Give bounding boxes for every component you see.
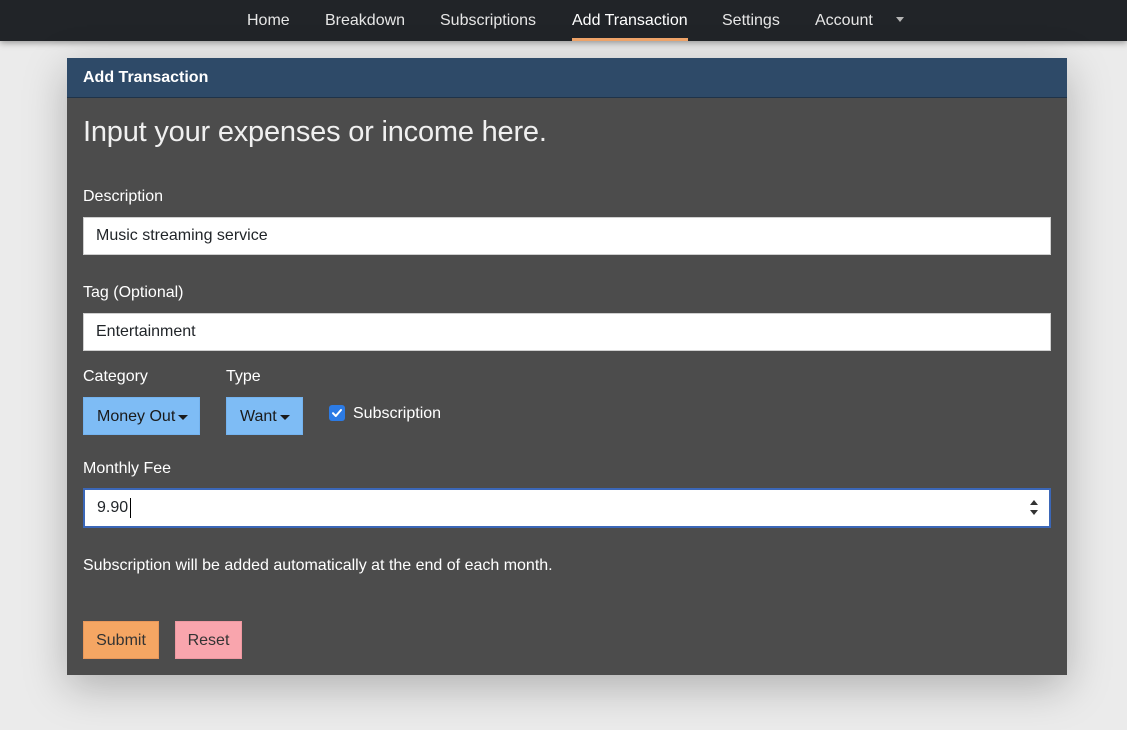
spin-up-icon[interactable] bbox=[1030, 500, 1038, 505]
chevron-down-icon bbox=[178, 415, 188, 420]
card-header: Add Transaction bbox=[67, 58, 1067, 98]
type-selected: Want bbox=[240, 408, 277, 425]
checkmark-icon bbox=[332, 409, 342, 417]
tag-label: Tag (Optional) bbox=[83, 284, 184, 301]
spin-down-icon[interactable] bbox=[1030, 510, 1038, 515]
reset-button[interactable]: Reset bbox=[175, 621, 242, 659]
subscription-label[interactable]: Subscription bbox=[353, 405, 441, 423]
nav-add-transaction[interactable]: Add Transaction bbox=[572, 0, 688, 41]
category-dropdown[interactable]: Money Out bbox=[83, 397, 200, 435]
nav-breakdown[interactable]: Breakdown bbox=[325, 0, 405, 41]
monthly-fee-input[interactable]: 9.90 bbox=[83, 488, 1051, 528]
category-selected: Money Out bbox=[97, 408, 176, 425]
tag-input[interactable]: Entertainment bbox=[83, 313, 1051, 351]
type-label: Type bbox=[226, 368, 261, 385]
add-transaction-card: Add Transaction Input your expenses or i… bbox=[67, 58, 1067, 675]
description-input[interactable]: Music streaming service bbox=[83, 217, 1051, 255]
top-navbar: Home Breakdown Subscriptions Add Transac… bbox=[0, 0, 1127, 41]
text-cursor bbox=[130, 498, 131, 518]
nav-subscriptions[interactable]: Subscriptions bbox=[440, 0, 536, 41]
description-value: Music streaming service bbox=[96, 227, 268, 244]
chevron-down-icon bbox=[280, 415, 290, 420]
submit-button[interactable]: Submit bbox=[83, 621, 159, 659]
number-spinner[interactable] bbox=[1029, 498, 1039, 518]
nav-home[interactable]: Home bbox=[247, 0, 290, 41]
tag-value: Entertainment bbox=[96, 323, 196, 340]
nav-account[interactable]: Account bbox=[815, 0, 873, 41]
category-label: Category bbox=[83, 368, 148, 385]
nav-settings[interactable]: Settings bbox=[722, 0, 780, 41]
subscription-checkbox[interactable] bbox=[329, 405, 345, 421]
type-dropdown[interactable]: Want bbox=[226, 397, 303, 435]
description-label: Description bbox=[83, 188, 164, 205]
monthly-fee-value: 9.90 bbox=[97, 499, 129, 516]
account-dropdown-caret-icon[interactable] bbox=[896, 17, 904, 22]
card-lead-text: Input your expenses or income here. bbox=[83, 116, 547, 148]
subscription-help-text: Subscription will be added automatically… bbox=[83, 557, 553, 574]
monthly-fee-label: Monthly Fee bbox=[83, 460, 172, 477]
